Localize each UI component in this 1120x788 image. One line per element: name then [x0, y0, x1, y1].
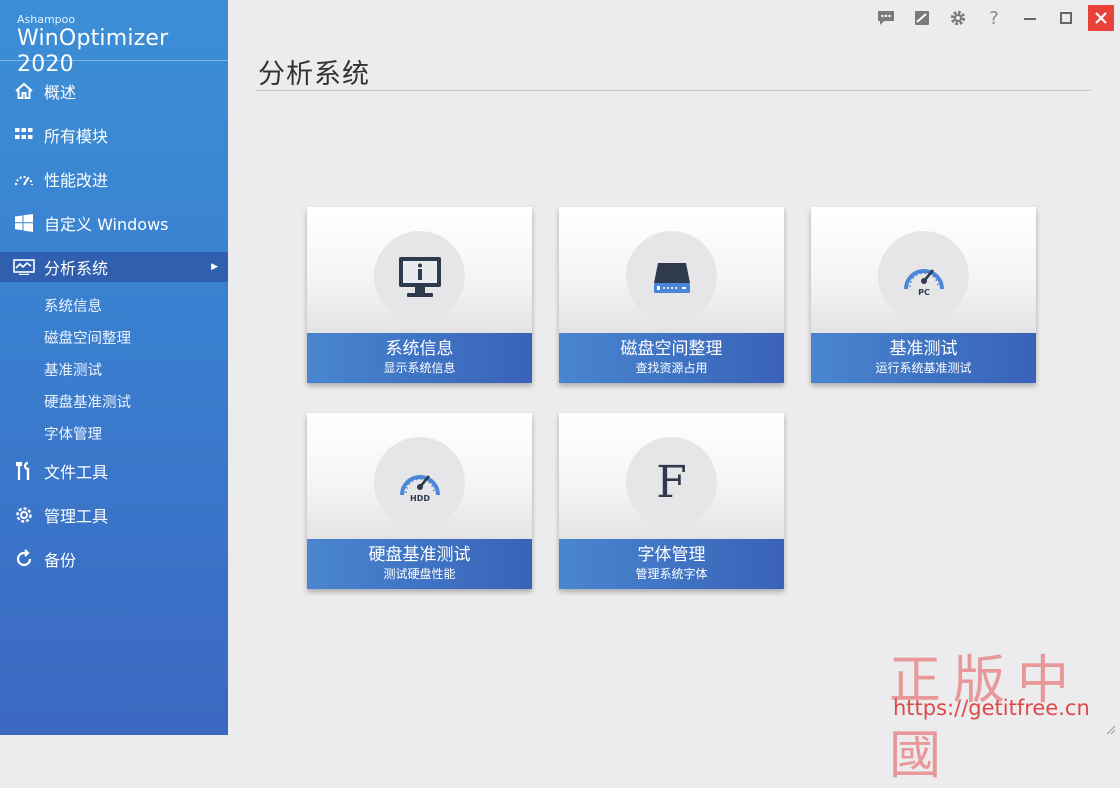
sidebar: Ashampoo WinOptimizer 2020 概述 所有模块 性能改进	[0, 0, 228, 735]
close-icon[interactable]	[1088, 5, 1114, 31]
brand-vendor: Ashampoo	[17, 13, 76, 26]
minimize-icon[interactable]	[1012, 0, 1048, 36]
home-icon	[13, 80, 35, 102]
sidebar-item-label: 备份	[44, 551, 77, 570]
sidebar-item-backup[interactable]: 备份	[0, 537, 228, 581]
brand-divider	[0, 60, 228, 61]
gauge-label: PC	[918, 288, 930, 297]
tile-icon-area: PC	[811, 207, 1036, 333]
tile-benchmark[interactable]: PC 基准测试 运行系统基准测试	[811, 207, 1036, 383]
sidebar-item-label: 自定义 Windows	[44, 215, 169, 234]
page-title: 分析系统	[258, 59, 370, 90]
sidebar-subitem-hdd-benchmark[interactable]: 硬盘基准测试	[0, 385, 228, 417]
window-controls: ?	[868, 0, 1120, 36]
sidebar-item-label: 性能改进	[44, 171, 109, 190]
tile-label-band: 基准测试 运行系统基准测试	[811, 333, 1036, 383]
settings-icon[interactable]	[940, 0, 976, 36]
sidebar-item-label: 概述	[44, 83, 77, 102]
tile-title: 硬盘基准测试	[368, 545, 471, 565]
tile-subtitle: 管理系统字体	[635, 567, 708, 581]
tile-disk-space[interactable]: 磁盘空间整理 查找资源占用	[559, 207, 784, 383]
sidebar-item-admin-tools[interactable]: 管理工具	[0, 493, 228, 537]
sidebar-item-label: 所有模块	[44, 127, 109, 146]
monitor-info-icon	[374, 231, 465, 322]
sidebar-item-analyze-system[interactable]: 分析系统 ▶	[0, 252, 228, 282]
gear-icon	[13, 504, 35, 526]
tile-icon-area	[559, 207, 784, 333]
analysis-icon	[13, 256, 35, 278]
sidebar-subitem-font-manager[interactable]: 字体管理	[0, 417, 228, 449]
grid-icon	[13, 124, 35, 146]
tile-icon-area	[307, 207, 532, 333]
refresh-icon	[13, 548, 35, 570]
tile-hdd-benchmark[interactable]: HDD 硬盘基准测试 测试硬盘性能	[307, 413, 532, 589]
tile-title: 磁盘空间整理	[620, 339, 723, 359]
sidebar-subitem-benchmark[interactable]: 基准测试	[0, 353, 228, 385]
gauge-label: HDD	[410, 494, 430, 503]
drive-icon	[626, 231, 717, 322]
pc-gauge-icon: PC	[878, 231, 969, 322]
windows-icon	[13, 212, 35, 234]
tile-subtitle: 运行系统基准测试	[875, 361, 972, 375]
sidebar-item-file-tools[interactable]: 文件工具	[0, 449, 228, 493]
tile-title: 系统信息	[385, 339, 454, 359]
chevron-right-icon: ▶	[211, 262, 218, 272]
sidebar-item-label: 文件工具	[44, 463, 109, 482]
watermark-url: https://getitfree.cn	[893, 696, 1090, 720]
maximize-icon[interactable]	[1048, 0, 1084, 36]
feedback-icon[interactable]	[868, 0, 904, 36]
font-icon: F	[626, 437, 717, 528]
gauge-icon	[13, 168, 35, 190]
title-divider	[256, 90, 1091, 91]
tile-icon-area: HDD	[307, 413, 532, 539]
sidebar-item-label: 管理工具	[44, 507, 109, 526]
tile-icon-area: F	[559, 413, 784, 539]
sidebar-subitem-disk-space[interactable]: 磁盘空间整理	[0, 321, 228, 353]
tile-font-manager[interactable]: F 字体管理 管理系统字体	[559, 413, 784, 589]
sidebar-subitem-system-info[interactable]: 系统信息	[0, 289, 228, 321]
tile-title: 基准测试	[889, 339, 958, 359]
tile-subtitle: 显示系统信息	[383, 361, 456, 375]
font-icon-glyph: F	[656, 457, 687, 508]
resize-grip-icon[interactable]	[1104, 720, 1116, 735]
skin-icon[interactable]	[904, 0, 940, 36]
tile-system-info[interactable]: 系统信息 显示系统信息	[307, 207, 532, 383]
sidebar-item-all-modules[interactable]: 所有模块	[0, 113, 228, 157]
sidebar-item-performance[interactable]: 性能改进	[0, 157, 228, 201]
sidebar-item-customize-windows[interactable]: 自定义 Windows	[0, 201, 228, 245]
tile-subtitle: 查找资源占用	[635, 361, 708, 375]
tile-label-band: 系统信息 显示系统信息	[307, 333, 532, 383]
sidebar-nav: 概述 所有模块 性能改进 自定义 Windows 分析系统 ▶ 系统信息 磁盘空…	[0, 69, 228, 581]
help-icon[interactable]: ?	[976, 0, 1012, 36]
tile-label-band: 硬盘基准测试 测试硬盘性能	[307, 539, 532, 589]
sidebar-item-overview[interactable]: 概述	[0, 69, 228, 113]
sidebar-item-label: 分析系统	[44, 259, 109, 278]
tools-icon	[13, 460, 35, 482]
tile-label-band: 字体管理 管理系统字体	[559, 539, 784, 589]
hdd-gauge-icon: HDD	[374, 437, 465, 528]
tile-label-band: 磁盘空间整理 查找资源占用	[559, 333, 784, 383]
tile-subtitle: 测试硬盘性能	[383, 567, 456, 581]
tile-title: 字体管理	[637, 545, 706, 565]
